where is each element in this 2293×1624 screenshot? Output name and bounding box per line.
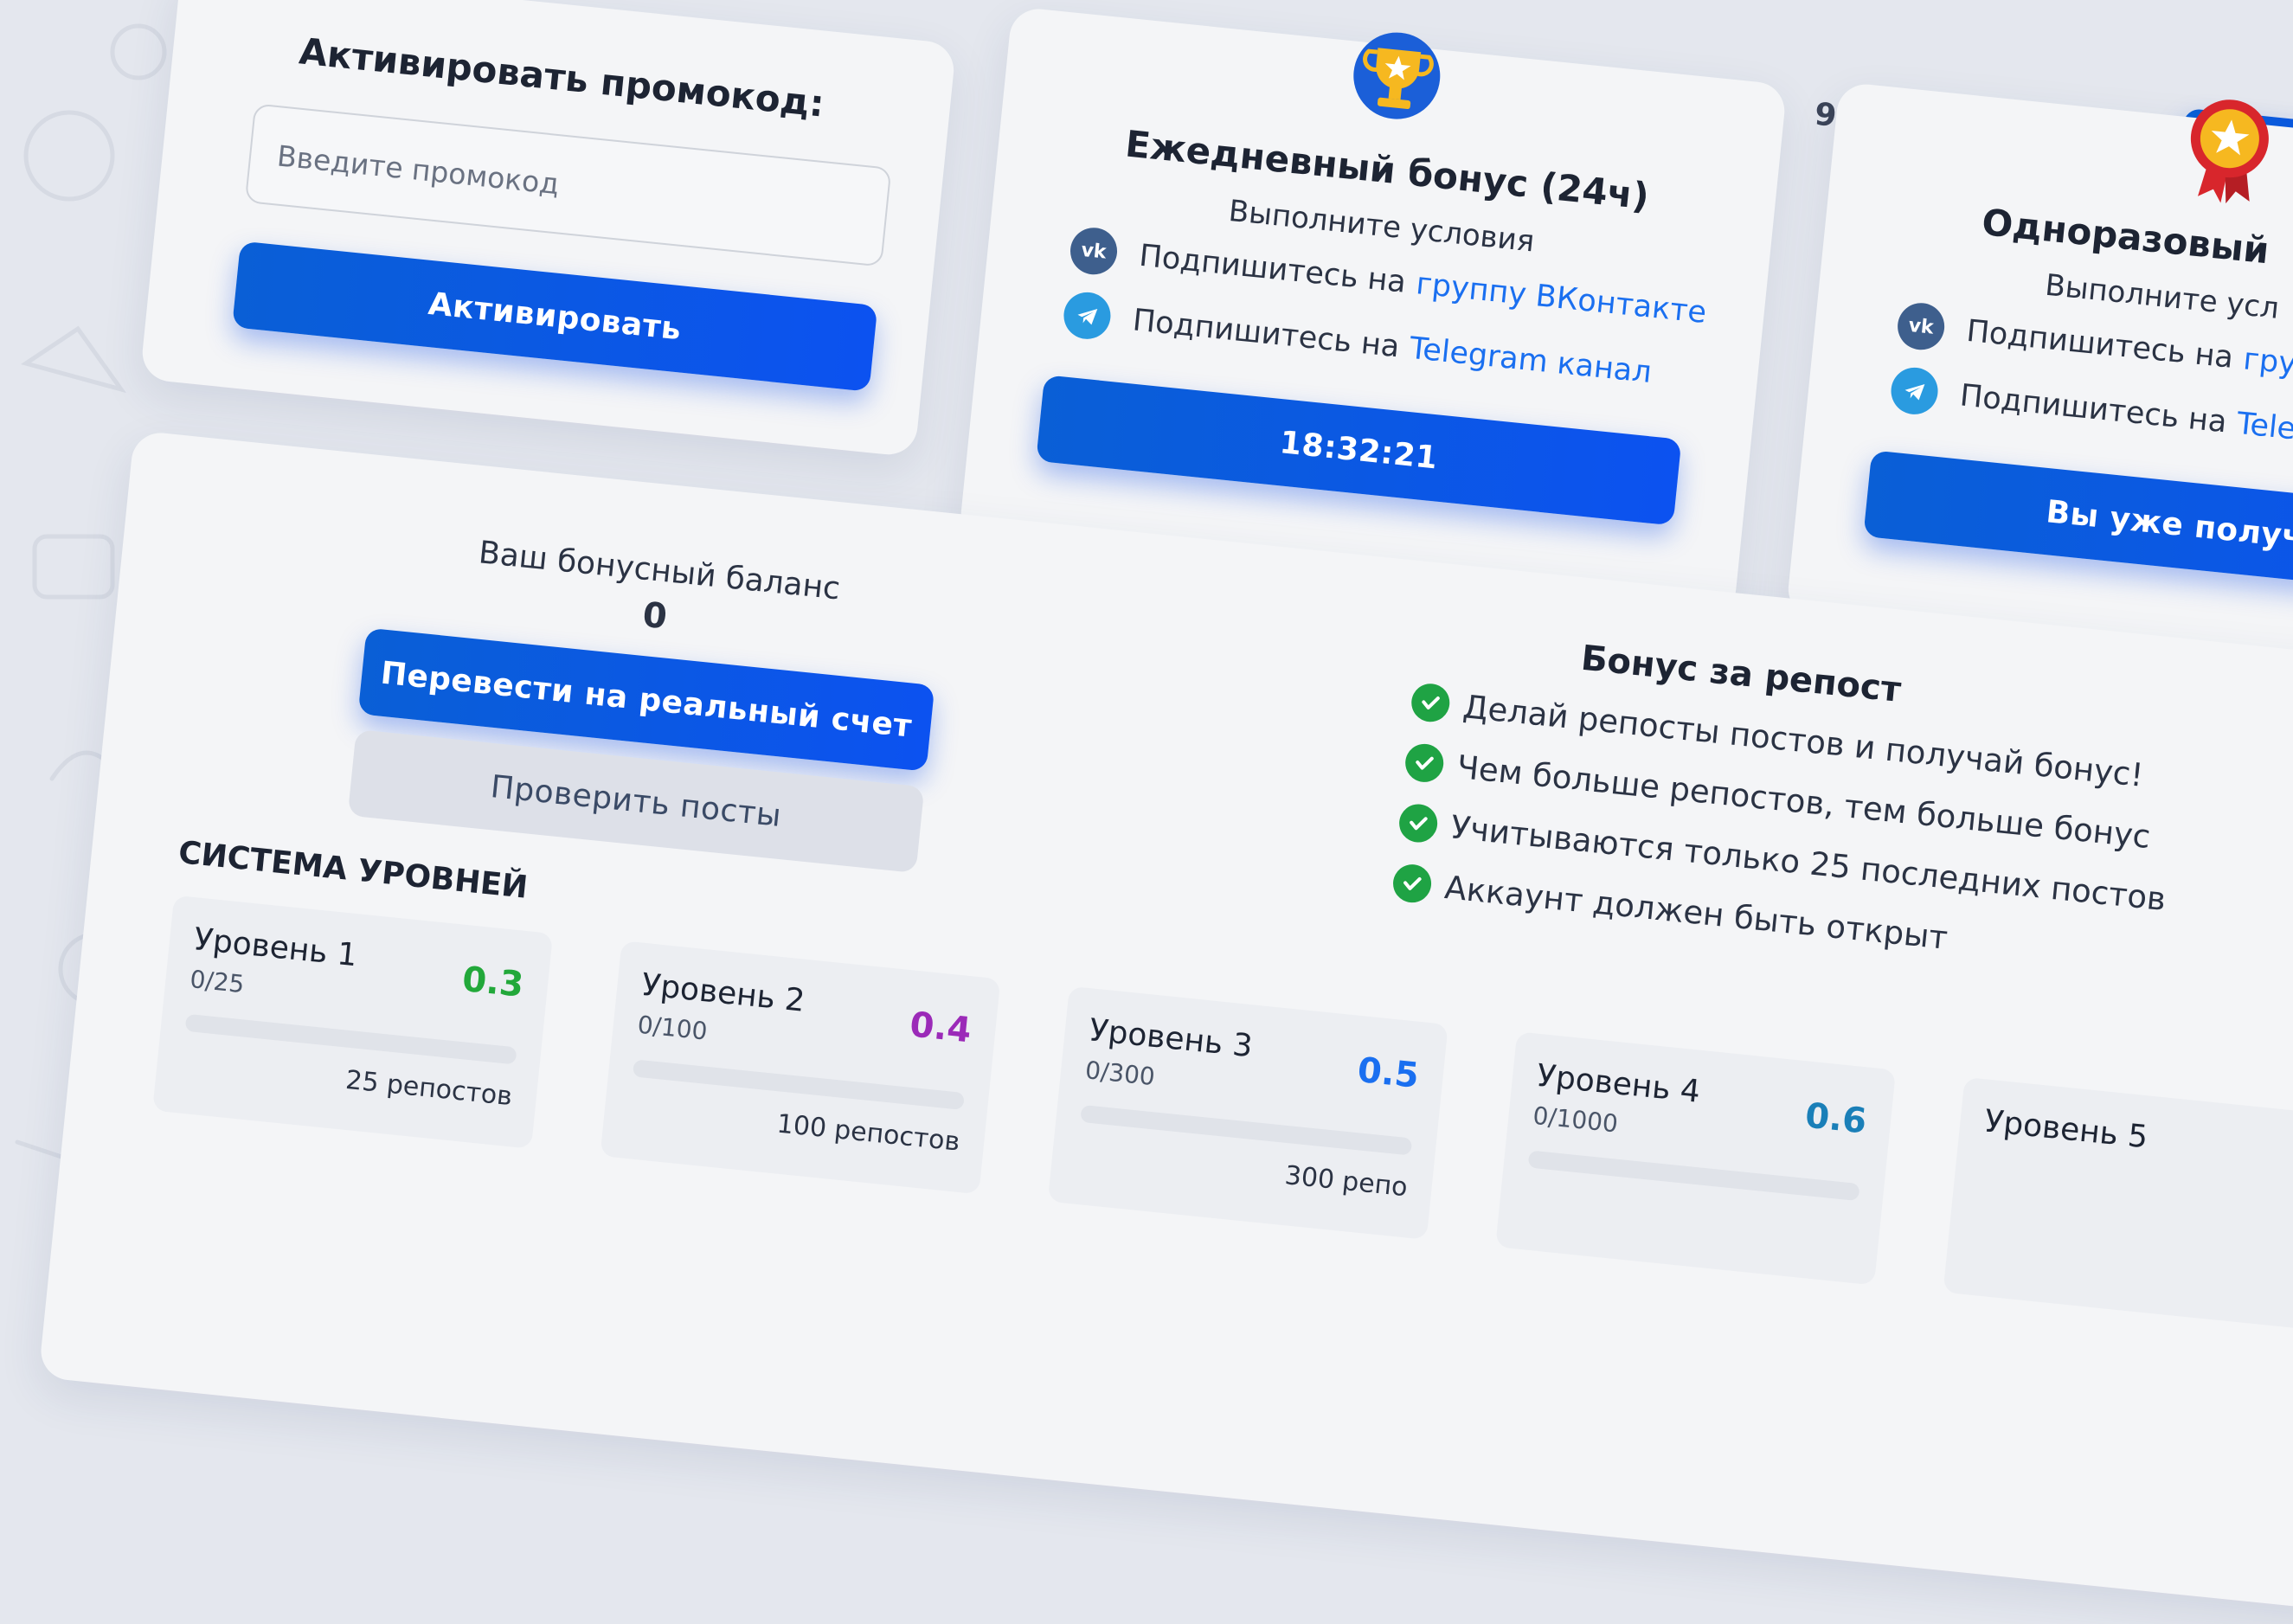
level-card: Уровень 1 0/25 0.3 25 репостов [152, 895, 554, 1149]
check-icon [1391, 863, 1434, 905]
telegram-icon [1061, 290, 1114, 342]
check-icon [1397, 802, 1440, 844]
level-name: Уровень 2 [639, 966, 807, 1019]
vk-icon: vk [1068, 225, 1120, 277]
activate-button[interactable]: Активировать [232, 241, 878, 392]
check-icon [1410, 682, 1452, 724]
level-requirement: 25 репостов [344, 1064, 514, 1113]
level-progress-bar [1080, 1104, 1413, 1156]
level-reward: 0.6 [1803, 1095, 1869, 1142]
onetime-condition-vk-text: Подпишитесь на [1964, 313, 2235, 376]
daily-condition-tg-text: Подпишитесь на [1131, 303, 1402, 365]
daily-timer-button[interactable]: 18:32:21 [1036, 375, 1682, 526]
level-progress: 0/25 [188, 965, 246, 999]
vk-icon: vk [1895, 300, 1947, 352]
level-requirement: 300 репо [1283, 1160, 1410, 1204]
level-name: Уровень 5 [1982, 1103, 2150, 1156]
vk-group-link[interactable]: группу ВКонтакте [1415, 266, 1708, 331]
level-reward: 0.5 [1355, 1050, 1421, 1096]
level-card: Уровень 5 [1943, 1076, 2293, 1332]
level-card: Уровень 2 0/100 0.4 100 репостов [600, 940, 1001, 1195]
onetime-vk-group-link[interactable]: групп [2242, 342, 2293, 386]
level-reward: 0.4 [908, 1005, 973, 1051]
level-requirement: 100 репостов [775, 1108, 961, 1158]
onetime-bonus-subtitle: Выполните усл [2043, 267, 2281, 326]
trophy-icon [1353, 32, 1441, 119]
level-reward: 0.3 [460, 959, 526, 1005]
level-progress: 0/100 [636, 1010, 709, 1046]
level-progress: 0/1000 [1532, 1101, 1620, 1139]
daily-condition-vk-text: Подпишитесь на [1137, 238, 1408, 300]
level-card: Уровень 3 0/300 0.5 300 репо [1047, 985, 1448, 1240]
telegram-channel-link[interactable]: Telegram канал [1408, 331, 1653, 390]
level-progress-bar [184, 1013, 517, 1065]
onetime-telegram-link[interactable]: Teleg [2235, 407, 2293, 449]
repost-bonus-title: Бонус за репост [1579, 638, 1904, 710]
onetime-claimed-button[interactable]: Вы уже получи [1863, 450, 2293, 601]
level-progress: 0/300 [1083, 1056, 1157, 1092]
check-icon [1403, 741, 1446, 784]
onetime-condition-tg-text: Подпишитесь на [1958, 378, 2229, 440]
level-name: Уровень 1 [192, 921, 359, 974]
onetime-bonus-card: Одноразовый Выполните усл vk Подпишитесь… [1785, 81, 2293, 695]
onetime-bonus-title: Одноразовый [1980, 200, 2271, 273]
level-progress-bar [632, 1059, 965, 1111]
promo-input[interactable]: Введите промокод [244, 103, 892, 267]
telegram-icon [1888, 365, 1941, 417]
promo-card: Активировать промокод: Введите промокод … [139, 0, 957, 458]
level-progress-bar [1527, 1150, 1860, 1202]
level-name: Уровень 4 [1535, 1057, 1702, 1110]
levels-title: СИСТЕМА УРОВНЕЙ [177, 834, 530, 906]
medal-icon [2190, 99, 2269, 204]
level-card: Уровень 4 0/1000 0.6 [1495, 1031, 1897, 1286]
level-name: Уровень 3 [1087, 1012, 1255, 1065]
